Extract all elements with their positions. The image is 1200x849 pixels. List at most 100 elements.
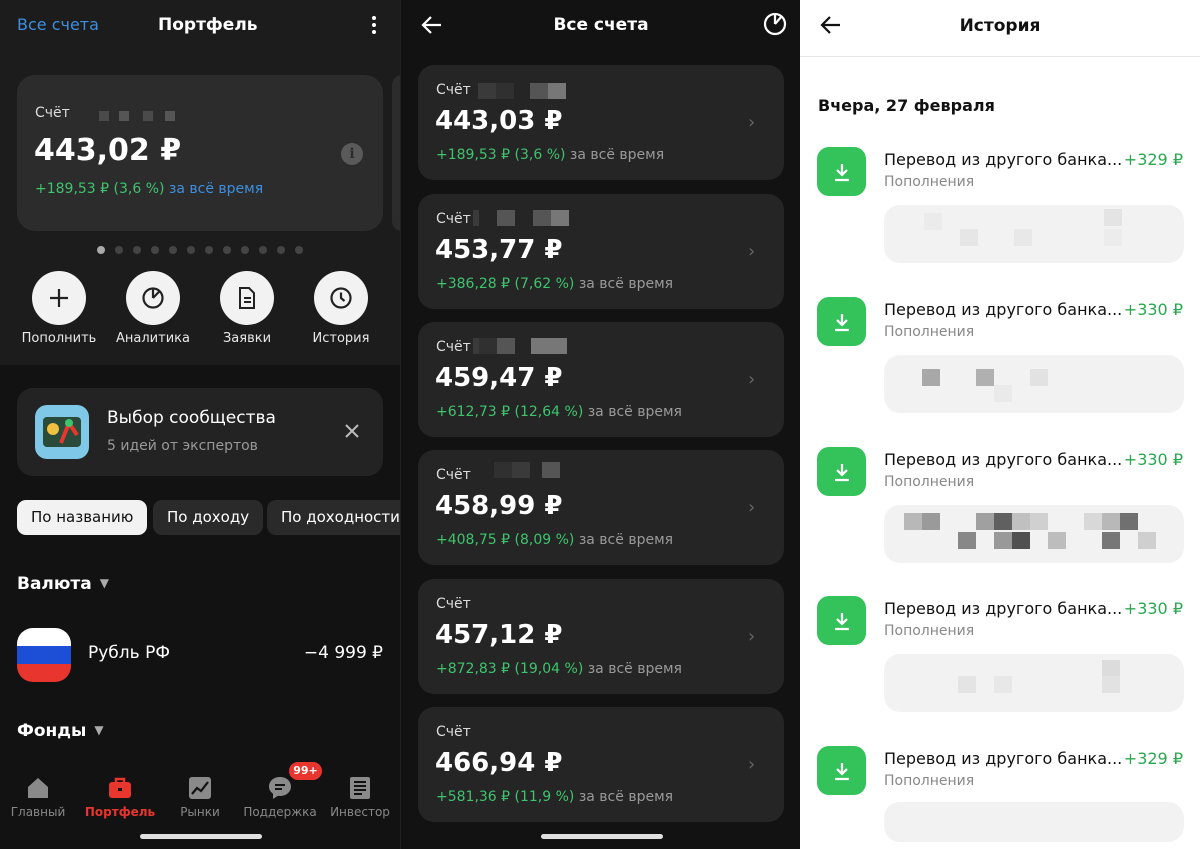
tab-markets[interactable]: Рынки — [160, 765, 240, 819]
chevron-right-icon: › — [748, 241, 756, 262]
transaction-category: Пополнения — [884, 474, 975, 490]
sort-by-yield-chip[interactable]: По доходности — [267, 500, 400, 535]
page-title: Портфель — [158, 15, 258, 35]
chevron-down-icon: ▼ — [94, 723, 104, 737]
more-menu-icon[interactable] — [366, 14, 382, 38]
redacted-details — [884, 802, 1184, 842]
chat-icon — [267, 775, 293, 801]
support-badge: 99+ — [289, 762, 322, 780]
transaction-name[interactable]: Перевод из другого банка... — [884, 749, 1122, 768]
transaction-amount: +330 ₽ — [1123, 450, 1183, 469]
tab-investor[interactable]: Инвестор — [320, 765, 400, 819]
account-item[interactable]: Счёт 457,12 ₽ +872,83 ₽ (19,04 %) за всё… — [418, 579, 784, 694]
chevron-right-icon: › — [748, 497, 756, 518]
account-item[interactable]: Счёт 443,03 ₽ +189,53 ₽ (3,6 %) за всё в… — [418, 65, 784, 180]
redacted-details — [884, 505, 1184, 563]
account-balance: 458,99 ₽ — [435, 491, 563, 521]
transaction-amount: +330 ₽ — [1123, 300, 1183, 319]
clock-icon — [314, 271, 368, 325]
analytics-icon — [126, 271, 180, 325]
redacted-details — [884, 654, 1184, 712]
home-icon — [25, 775, 51, 801]
carousel-dots — [97, 239, 313, 254]
portfolio-screen: Все счета Портфель Счёт 443,02 ₽ +189,53… — [0, 0, 400, 849]
tab-portfolio[interactable]: Портфель — [80, 765, 160, 819]
tab-markets-label: Рынки — [180, 805, 220, 819]
account-balance: 457,12 ₽ — [435, 620, 563, 650]
page-title: Все счета — [553, 15, 649, 35]
chevron-right-icon: › — [748, 754, 756, 775]
tab-home[interactable]: Главный — [0, 765, 78, 819]
currency-section-toggle[interactable]: Валюта ▼ — [17, 574, 109, 594]
account-balance: 466,94 ₽ — [435, 748, 563, 778]
chevron-right-icon: › — [748, 626, 756, 647]
analytics-button[interactable]: Аналитика — [103, 271, 203, 346]
currency-value: −4 999 ₽ — [303, 643, 383, 663]
account-item[interactable]: Счёт 459,47 ₽ +612,73 ₽ (12,64 %) за всё… — [418, 322, 784, 437]
account-item[interactable]: Счёт 466,94 ₽ +581,36 ₽ (11,9 %) за всё … — [418, 707, 784, 822]
tab-home-label: Главный — [10, 805, 66, 819]
masked-account-number — [473, 210, 569, 226]
account-label: Счёт — [436, 724, 471, 740]
download-icon — [817, 297, 866, 346]
transaction-amount: +329 ₽ — [1123, 749, 1183, 768]
chevron-down-icon: ▼ — [99, 576, 109, 590]
funds-section-toggle[interactable]: Фонды ▼ — [17, 721, 104, 741]
account-balance: 443,03 ₽ — [435, 106, 563, 136]
download-icon — [817, 746, 866, 795]
account-change: +612,73 ₽ (12,64 %) за всё время — [436, 404, 682, 420]
account-label: Счёт — [436, 82, 471, 98]
account-change: +189,53 ₽ (3,6 %) за всё время — [436, 147, 665, 163]
masked-account-number — [478, 83, 566, 99]
all-accounts-link[interactable]: Все счета — [17, 15, 99, 34]
history-screen: История Вчера, 27 февраля Перевод из дру… — [800, 0, 1200, 849]
date-header: Вчера, 27 февраля — [818, 96, 995, 115]
promo-title: Выбор сообщества — [107, 408, 276, 428]
close-icon[interactable] — [343, 422, 361, 440]
document-icon — [220, 271, 274, 325]
deposit-label: Пополнить — [21, 331, 97, 346]
tab-support-label: Поддержка — [243, 805, 317, 819]
account-label: Счёт — [436, 339, 471, 355]
transaction-name[interactable]: Перевод из другого банка... — [884, 599, 1122, 618]
page-title: История — [959, 16, 1041, 36]
info-icon[interactable]: i — [341, 143, 363, 165]
account-change: +872,83 ₽ (19,04 %) за всё время — [436, 661, 682, 677]
account-change: +386,28 ₽ (7,62 %) за всё время — [436, 276, 674, 292]
tab-investor-label: Инвестор — [330, 805, 390, 819]
deposit-button[interactable]: Пополнить — [9, 271, 109, 346]
currency-name[interactable]: Рубль РФ — [88, 643, 170, 663]
transaction-name[interactable]: Перевод из другого банка... — [884, 450, 1122, 469]
tab-portfolio-label: Портфель — [84, 805, 156, 819]
account-change: +581,36 ₽ (11,9 %) за всё время — [436, 789, 674, 805]
next-card-peek[interactable] — [392, 75, 400, 231]
plus-icon — [32, 271, 86, 325]
sort-by-name-chip[interactable]: По названию — [17, 500, 148, 535]
transaction-name[interactable]: Перевод из другого банка... — [884, 150, 1122, 169]
account-item[interactable]: Счёт 458,99 ₽ +408,75 ₽ (8,09 %) за всё … — [418, 450, 784, 565]
orders-button[interactable]: Заявки — [197, 271, 297, 346]
transaction-amount: +329 ₽ — [1123, 150, 1183, 169]
history-button[interactable]: История — [291, 271, 391, 346]
account-change: +189,53 ₽ (3,6 %) за всё время — [35, 181, 264, 197]
account-change: +408,75 ₽ (8,09 %) за всё время — [436, 532, 674, 548]
account-label: Счёт — [436, 596, 471, 612]
community-promo-card[interactable]: Выбор сообщества 5 идей от экспертов — [17, 388, 383, 476]
account-card[interactable]: Счёт 443,02 ₽ +189,53 ₽ (3,6 %) за всё в… — [17, 75, 383, 231]
transaction-name[interactable]: Перевод из другого банка... — [884, 300, 1122, 319]
orders-label: Заявки — [222, 331, 272, 346]
sort-by-income-chip[interactable]: По доходу — [153, 500, 264, 535]
home-indicator[interactable] — [140, 834, 262, 839]
account-item[interactable]: Счёт 453,77 ₽ +386,28 ₽ (7,62 %) за всё … — [418, 194, 784, 309]
account-balance: 459,47 ₽ — [435, 363, 563, 393]
chart-icon — [187, 775, 213, 801]
home-indicator[interactable] — [541, 834, 663, 839]
pie-chart-icon[interactable] — [763, 12, 787, 36]
transaction-category: Пополнения — [884, 773, 975, 789]
chevron-right-icon: › — [748, 112, 756, 133]
redacted-details — [884, 355, 1184, 413]
transaction-category: Пополнения — [884, 324, 975, 340]
account-label: Счёт — [436, 211, 471, 227]
redacted-details — [884, 205, 1184, 263]
download-icon — [817, 447, 866, 496]
